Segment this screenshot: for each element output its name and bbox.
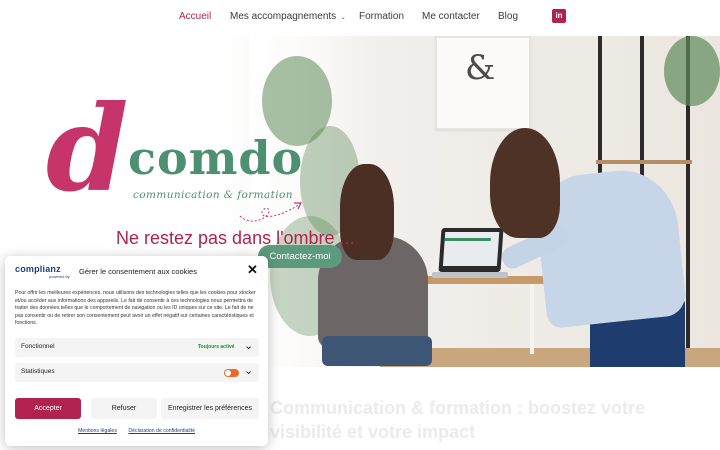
nav-contact[interactable]: Me contacter — [422, 11, 480, 22]
save-preferences-button[interactable]: Enregistrer les préférences — [161, 398, 259, 419]
nav-accueil[interactable]: Accueil — [179, 11, 211, 22]
complianz-powered: powered by — [49, 274, 70, 279]
consent-row-statistics[interactable]: Statistiques ⌄ — [15, 363, 259, 382]
logo-name: comdo — [128, 131, 304, 185]
nav-accompagnements-label: Mes accompagnements — [230, 11, 337, 22]
nav-accompagnements[interactable]: Mes accompagnements ⌄ — [230, 11, 346, 22]
desk-leg — [530, 284, 534, 354]
section-heading-line: visibilité et votre impact — [270, 422, 476, 442]
cookie-consent-dialog: complianz powered by Gérer le consenteme… — [5, 256, 268, 446]
refuse-button[interactable]: Refuser — [91, 398, 157, 419]
consent-row-state: Toujours activé — [198, 344, 235, 350]
chevron-down-icon[interactable]: ⌄ — [244, 364, 253, 377]
legal-link[interactable]: Mentions légales — [78, 428, 117, 434]
nav-blog[interactable]: Blog — [498, 11, 518, 22]
privacy-link[interactable]: Déclaration de confidentialité — [128, 428, 195, 434]
woman-hair — [490, 128, 560, 238]
complianz-logo: complianz — [15, 264, 61, 274]
consent-title: Gérer le consentement aux cookies — [79, 267, 197, 276]
laptop-ui-bar — [444, 238, 491, 241]
ampersand-art: & — [465, 48, 496, 88]
statistics-toggle[interactable] — [224, 369, 239, 377]
section-heading-line: Communication & formation : boostez votr… — [270, 398, 646, 418]
logo-arrow-icon — [239, 202, 302, 222]
accept-button[interactable]: Accepter — [15, 398, 81, 419]
wall-frame: & — [435, 36, 531, 130]
contact-button[interactable]: Contactez-moi — [258, 245, 342, 268]
top-nav: Accueil Mes accompagnements ⌄ Formation M… — [0, 0, 720, 36]
laptop-keyboard — [432, 272, 508, 278]
consent-links: Mentions légales Déclaration de confiden… — [5, 428, 268, 434]
linkedin-icon[interactable]: in — [552, 9, 566, 23]
consent-row-label: Fonctionnel — [21, 343, 55, 350]
nav-formation[interactable]: Formation — [359, 11, 404, 22]
chevron-down-icon[interactable]: ⌄ — [244, 339, 253, 352]
consent-row-functional[interactable]: Fonctionnel Toujours activé ⌄ — [15, 338, 259, 357]
woman-jeans — [322, 336, 432, 366]
logo-d: d — [46, 79, 129, 218]
consent-row-label: Statistiques — [21, 368, 55, 375]
laptop-screen — [438, 228, 504, 272]
plant-decoration — [664, 36, 720, 106]
section-heading: Communication & formation : boostez votr… — [270, 396, 710, 444]
page: Accueil Mes accompagnements ⌄ Formation M… — [0, 0, 720, 450]
shelf-board — [596, 160, 692, 164]
close-icon[interactable]: ✕ — [247, 263, 258, 276]
consent-body: Pour offrir les meilleures expériences, … — [15, 290, 256, 326]
chevron-down-icon: ⌄ — [340, 14, 347, 21]
